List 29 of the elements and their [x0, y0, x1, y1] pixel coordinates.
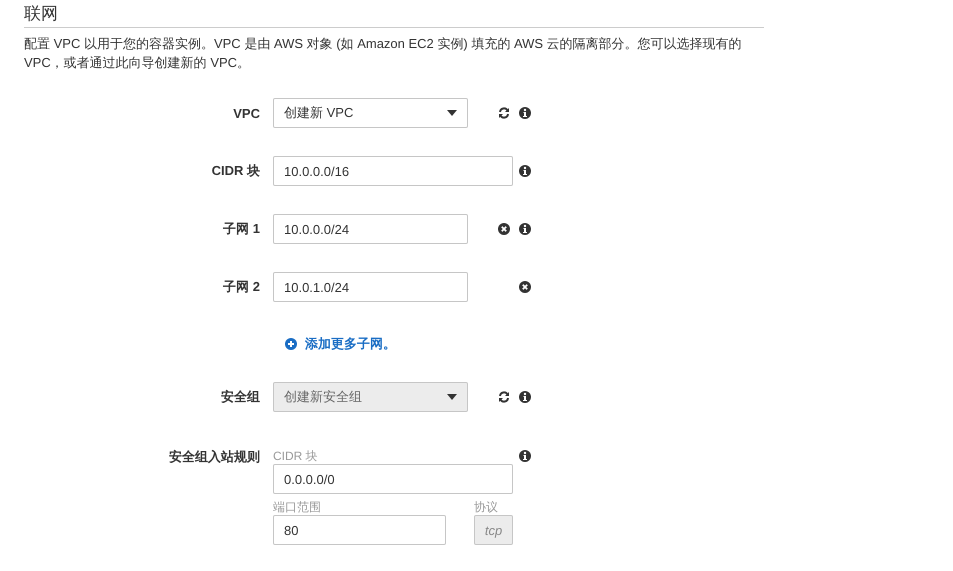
- caret-icon: [447, 110, 457, 116]
- info-icon[interactable]: [519, 223, 531, 235]
- protocol-field: tcp: [474, 515, 513, 545]
- info-icon[interactable]: [519, 165, 531, 177]
- remove-icon[interactable]: [498, 223, 510, 235]
- input-field[interactable]: 10.0.0.0/16: [273, 156, 513, 186]
- info-icon[interactable]: [519, 107, 531, 119]
- field-label: CIDR 块: [212, 163, 260, 178]
- field-label: 子网 2: [223, 279, 260, 294]
- input-field[interactable]: 80: [273, 515, 446, 545]
- section-title: 联网: [24, 3, 59, 24]
- field-label: VPC: [233, 106, 260, 120]
- plus-circle-icon: [285, 338, 297, 350]
- refresh-icon[interactable]: [498, 107, 510, 119]
- input-field[interactable]: 10.0.0.0/24: [273, 214, 468, 244]
- input-field[interactable]: 10.0.1.0/24: [273, 272, 468, 302]
- field-caption: 端口范围: [273, 499, 322, 515]
- field-caption: 协议: [474, 499, 499, 515]
- field-label: 安全组入站规则: [169, 449, 260, 464]
- info-icon[interactable]: [519, 450, 531, 462]
- field-caption: CIDR 块: [273, 448, 319, 464]
- field-label: 子网 1: [223, 221, 260, 236]
- dropdown[interactable]: 创建新 VPC: [273, 98, 468, 128]
- remove-icon[interactable]: [519, 281, 531, 293]
- field-label: 安全组: [221, 389, 260, 404]
- input-field[interactable]: 0.0.0.0/0: [273, 464, 513, 494]
- section-description: 配置 VPC 以用于您的容器实例。VPC 是由 AWS 对象 (如 Amazon EC2 实例) 填充的 AWS 云的隔离部分。您可以选择现有的 VPC，或者通过此向导创建新的 VPC。: [24, 35, 743, 72]
- caret-icon: [447, 394, 457, 400]
- add-subnet-link[interactable]: 添加更多子网。: [285, 335, 396, 353]
